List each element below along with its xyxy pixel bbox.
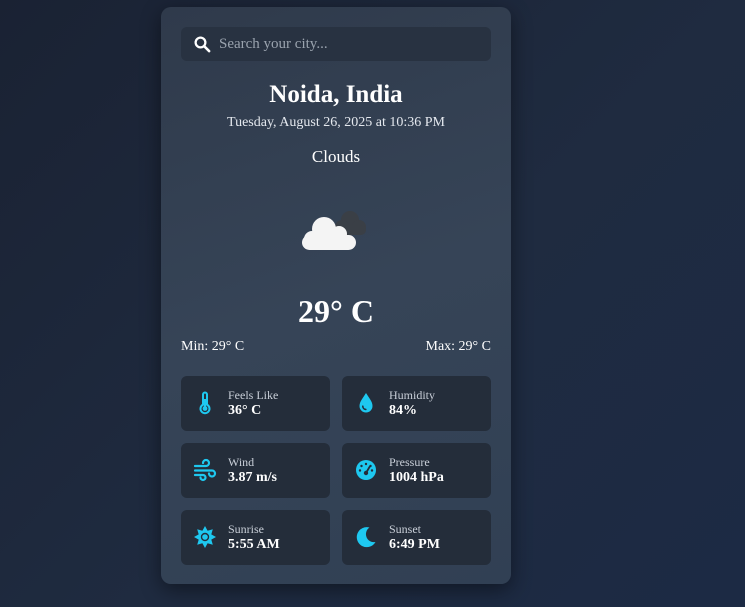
detail-label: Humidity [389,388,436,402]
search-icon[interactable] [193,35,211,53]
date-time: Tuesday, August 26, 2025 at 10:36 PM [227,115,445,130]
temperature: 29° C [298,293,374,329]
weather-condition: Clouds [311,147,361,166]
detail-pressure: Pressure 1004 hPa [342,443,491,498]
detail-sunrise: Sunrise 5:55 AM [181,510,330,565]
detail-feels-like: Feels Like 36° C [181,376,330,431]
detail-value: 1004 hPa [389,470,444,485]
min-temperature: Min: 29° C [181,339,245,354]
detail-value: 84% [389,403,417,418]
gauge-icon [356,460,376,480]
detail-label: Sunrise [228,522,264,536]
detail-value: 5:55 AM [228,537,280,552]
thermometer-icon [199,391,211,415]
droplet-icon [359,393,373,413]
detail-value: 36° C [228,403,262,418]
search-input[interactable] [211,27,491,61]
moon-icon [356,527,376,548]
sun-icon [194,526,216,548]
detail-sunset: Sunset 6:49 PM [342,510,491,565]
wind-icon [193,458,217,482]
city-name: Noida, India [269,81,403,108]
weather-card: Noida, India Tuesday, August 26, 2025 at… [161,7,511,584]
clouds-icon [302,211,366,250]
detail-label: Feels Like [228,388,279,402]
search-bar[interactable] [181,27,491,61]
detail-humidity: Humidity 84% [342,376,491,431]
detail-label: Sunset [389,522,422,536]
detail-label: Wind [228,455,255,469]
max-temperature: Max: 29° C [425,339,492,354]
detail-value: 3.87 m/s [228,470,277,485]
detail-wind: Wind 3.87 m/s [181,443,330,498]
detail-value: 6:49 PM [389,537,440,552]
detail-label: Pressure [389,455,430,469]
